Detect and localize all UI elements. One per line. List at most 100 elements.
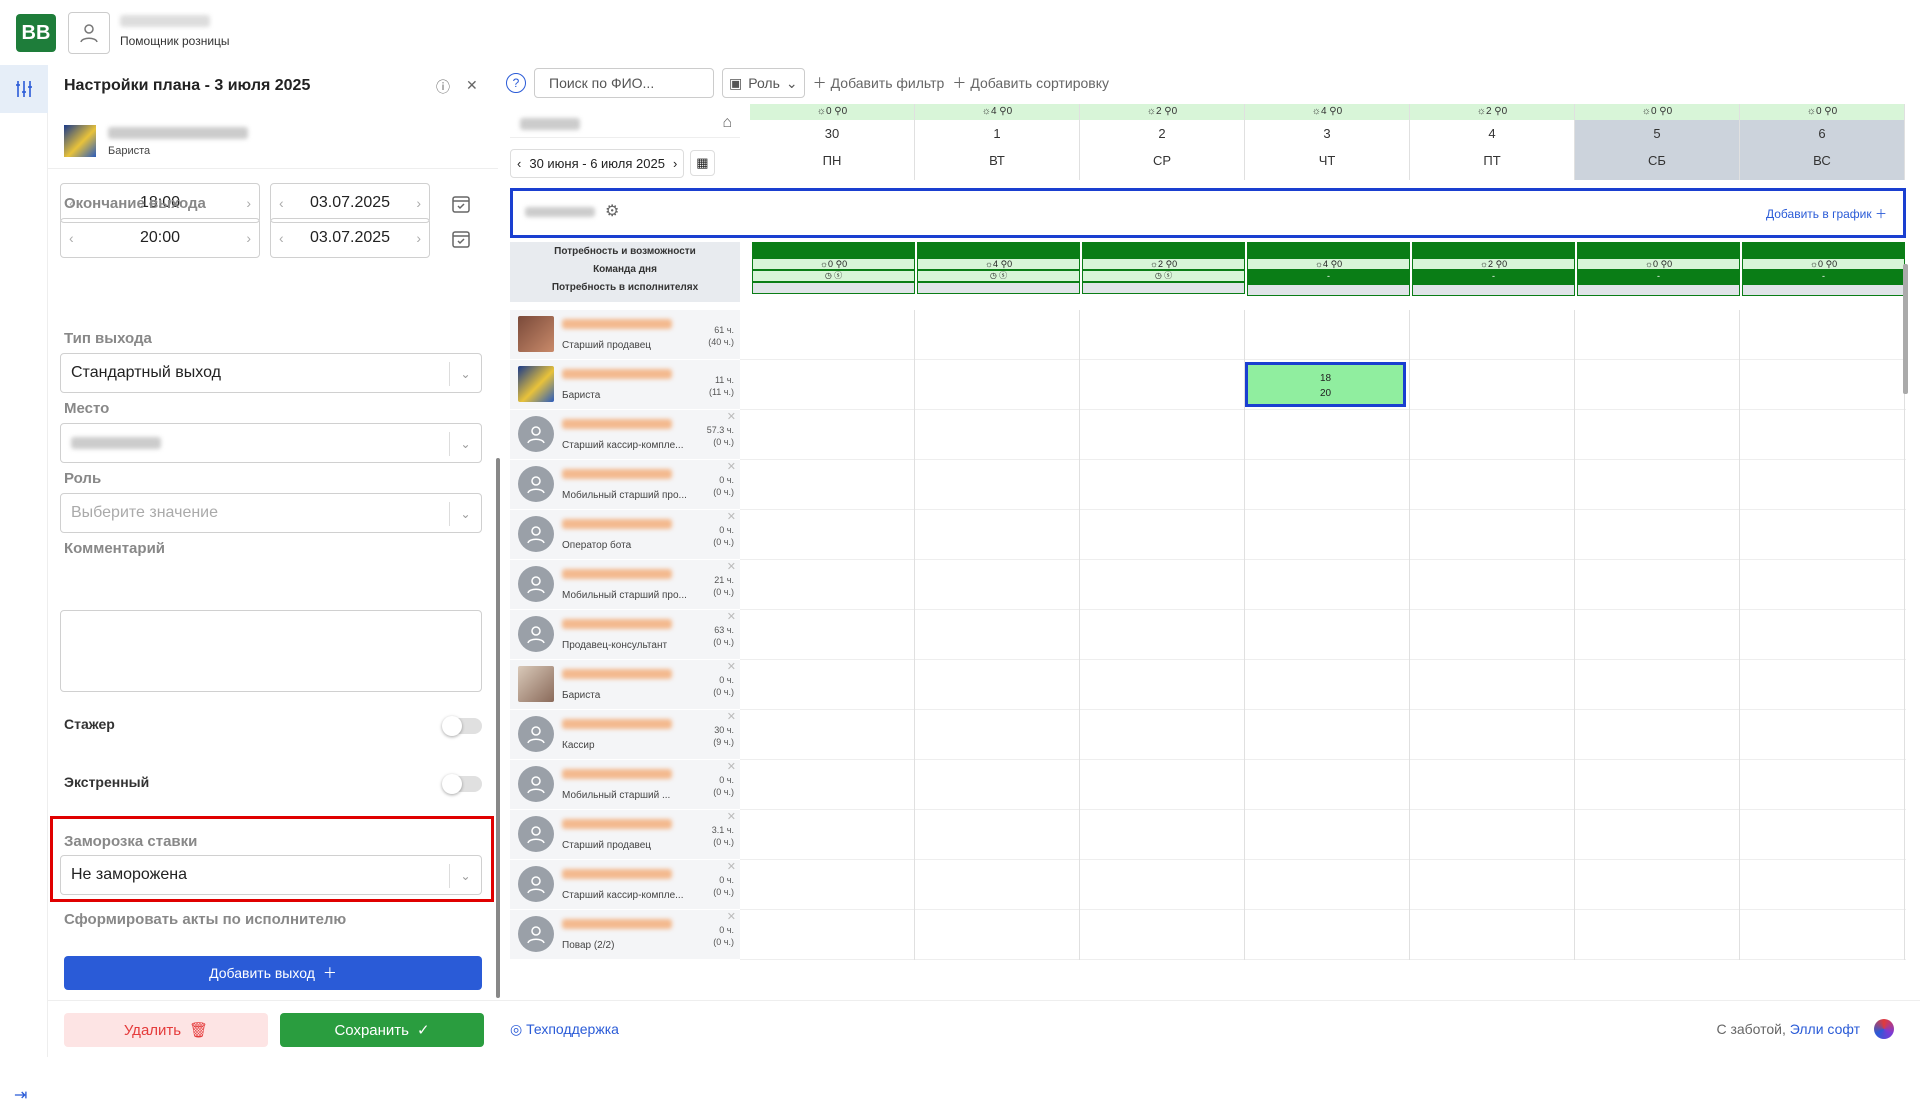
schedule-cell[interactable] — [750, 460, 915, 510]
trainee-toggle[interactable] — [442, 716, 482, 736]
schedule-cell[interactable] — [1410, 410, 1575, 460]
schedule-cell[interactable] — [1575, 410, 1740, 460]
schedule-cell[interactable] — [1740, 310, 1905, 360]
emergency-toggle[interactable] — [442, 774, 482, 794]
schedule-cell[interactable] — [915, 510, 1080, 560]
chevron-right-icon[interactable]: › — [246, 230, 251, 246]
schedule-cell[interactable] — [1245, 510, 1410, 560]
schedule-cell[interactable] — [1080, 560, 1245, 610]
range-stepper[interactable]: ‹ 30 июня - 6 июля 2025 › — [510, 148, 685, 178]
end-time-stepper[interactable]: ‹ 20:00 › — [60, 218, 260, 258]
day-header[interactable]: ☼2 ⚲0 4 ПТ — [1410, 104, 1575, 180]
schedule-cell[interactable] — [1410, 860, 1575, 910]
credit-link[interactable]: Элли софт — [1790, 1021, 1860, 1037]
logout-icon[interactable]: ⇥ — [14, 1085, 27, 1105]
settings-sliders-icon[interactable] — [0, 65, 48, 113]
remove-icon[interactable]: ✕ — [727, 910, 736, 923]
chevron-left-icon[interactable]: ‹ — [279, 195, 284, 211]
chevron-right-icon[interactable]: › — [416, 230, 421, 246]
schedule-cell[interactable] — [915, 460, 1080, 510]
schedule-cell[interactable] — [1740, 860, 1905, 910]
schedule-cell[interactable] — [915, 610, 1080, 660]
person-cell[interactable]: Кассир 30 ч. (9 ч.) ✕ — [510, 710, 740, 760]
freeze-select[interactable]: Не заморожена ⌄ — [60, 855, 482, 895]
chevron-down-icon[interactable]: ⌄ — [449, 864, 481, 888]
schedule-cell[interactable] — [1245, 310, 1410, 360]
person-cell[interactable]: Старший продавец 61 ч. (40 ч.) — [510, 310, 740, 360]
person-cell[interactable]: Повар (2/2) 0 ч. (0 ч.) ✕ — [510, 910, 740, 960]
schedule-cell[interactable] — [750, 410, 915, 460]
person-cell[interactable]: Старший кассир-компле... 57.3 ч. (0 ч.) ✕ — [510, 410, 740, 460]
schedule-cell[interactable] — [1740, 810, 1905, 860]
chevron-left-icon[interactable]: ‹ — [69, 230, 74, 246]
save-button[interactable]: Сохранить ✓ — [280, 1013, 484, 1047]
remove-icon[interactable]: ✕ — [727, 410, 736, 423]
schedule-cell[interactable] — [915, 310, 1080, 360]
person-cell[interactable]: Продавец-консультант 63 ч. (0 ч.) ✕ — [510, 610, 740, 660]
chevron-left-icon[interactable]: ‹ — [517, 156, 521, 171]
schedule-cell[interactable] — [1245, 660, 1410, 710]
schedule-cell[interactable] — [915, 810, 1080, 860]
day-header[interactable]: ☼2 ⚲0 2 СР — [1080, 104, 1245, 180]
role-filter-button[interactable]: ▣ Роль ⌄ — [722, 68, 805, 98]
schedule-cell[interactable] — [1080, 760, 1245, 810]
schedule-cell[interactable] — [1575, 360, 1740, 410]
person-cell[interactable]: Мобильный старший ... 0 ч. (0 ч.) ✕ — [510, 760, 740, 810]
schedule-cell[interactable] — [1575, 660, 1740, 710]
calendar-icon[interactable]: ▦ — [690, 150, 715, 176]
remove-icon[interactable]: ✕ — [727, 660, 736, 673]
schedule-cell[interactable] — [1245, 810, 1410, 860]
schedule-cell[interactable] — [1575, 560, 1740, 610]
schedule-cell[interactable] — [1575, 610, 1740, 660]
schedule-cell[interactable] — [1080, 810, 1245, 860]
schedule-cell[interactable] — [750, 910, 915, 960]
schedule-cell[interactable] — [1080, 660, 1245, 710]
schedule-cell[interactable] — [1410, 510, 1575, 560]
remove-icon[interactable]: ✕ — [727, 610, 736, 623]
schedule-cell[interactable] — [750, 660, 915, 710]
schedule-cell[interactable] — [750, 610, 915, 660]
day-header[interactable]: ☼0 ⚲0 30 ПН — [750, 104, 915, 180]
schedule-cell[interactable] — [1410, 760, 1575, 810]
schedule-cell[interactable] — [915, 560, 1080, 610]
schedule-cell[interactable] — [915, 410, 1080, 460]
shift-block[interactable]: 18 20 — [1245, 362, 1406, 407]
role-select[interactable]: Выберите значение ⌄ — [60, 493, 482, 533]
schedule-cell[interactable] — [750, 310, 915, 360]
schedule-cell[interactable] — [1740, 410, 1905, 460]
schedule-cell[interactable] — [1245, 760, 1410, 810]
schedule-cell[interactable] — [750, 360, 915, 410]
help-icon[interactable]: ? — [506, 73, 526, 93]
chevron-left-icon[interactable]: ‹ — [279, 230, 284, 246]
schedule-cell[interactable] — [1245, 460, 1410, 510]
person-cell[interactable]: Бариста 11 ч. (11 ч.) — [510, 360, 740, 410]
add-filter-button[interactable]: ＋ Добавить фильтр — [813, 73, 945, 93]
person-cell[interactable]: Старший продавец 3.1 ч. (0 ч.) ✕ — [510, 810, 740, 860]
schedule-cell[interactable] — [1740, 710, 1905, 760]
schedule-cell[interactable] — [1080, 710, 1245, 760]
schedule-cell[interactable] — [1245, 710, 1410, 760]
chevron-right-icon[interactable]: › — [416, 195, 421, 211]
schedule-cell[interactable] — [1575, 860, 1740, 910]
chevron-down-icon[interactable]: ⌄ — [449, 432, 481, 456]
calendar-icon[interactable] — [446, 224, 476, 254]
schedule-cell[interactable] — [1575, 810, 1740, 860]
schedule-cell[interactable]: 18 20 — [1245, 360, 1410, 410]
schedule-cell[interactable] — [915, 710, 1080, 760]
schedule-cell[interactable] — [1245, 910, 1410, 960]
close-icon[interactable]: ✕ — [466, 77, 478, 97]
exit-type-select[interactable]: Стандартный выход ⌄ — [60, 353, 482, 393]
start-date-stepper[interactable]: ‹ 03.07.2025 › — [270, 183, 430, 223]
day-header[interactable]: ☼4 ⚲0 3 ЧТ — [1245, 104, 1410, 180]
user-avatar-icon[interactable] — [68, 12, 110, 54]
schedule-cell[interactable] — [1080, 910, 1245, 960]
chevron-down-icon[interactable]: ⌄ — [449, 502, 481, 526]
schedule-cell[interactable] — [1410, 810, 1575, 860]
person-cell[interactable]: Мобильный старший про... 21 ч. (0 ч.) ✕ — [510, 560, 740, 610]
schedule-cell[interactable] — [1740, 610, 1905, 660]
comment-textarea[interactable] — [60, 610, 482, 692]
schedule-cell[interactable] — [1575, 710, 1740, 760]
add-to-schedule-button[interactable]: Добавить в график ＋ — [1766, 205, 1887, 222]
schedule-scrollbar[interactable] — [1903, 264, 1908, 394]
end-date-stepper[interactable]: ‹ 03.07.2025 › — [270, 218, 430, 258]
